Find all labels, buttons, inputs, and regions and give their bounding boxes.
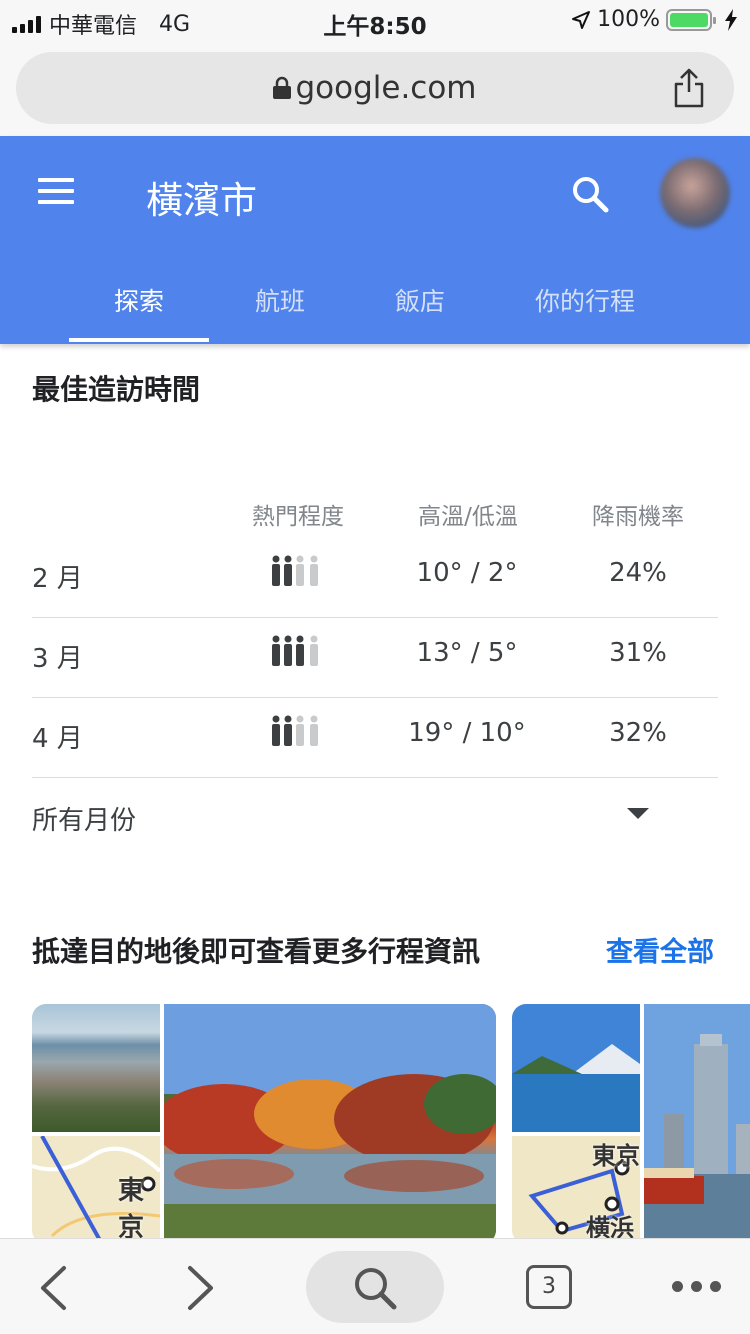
- table-row: 2 月 10° / 2° 24%: [32, 538, 718, 618]
- back-icon[interactable]: [38, 1265, 68, 1311]
- route-map-thumbnail: 東京: [32, 1136, 160, 1244]
- status-bar: 中華電信 4G 上午8:50 100%: [0, 0, 750, 40]
- map-label: 東京: [118, 1176, 145, 1243]
- search-icon[interactable]: [570, 174, 610, 214]
- share-icon[interactable]: [672, 68, 706, 108]
- itinerary-card[interactable]: 東京: [32, 1004, 496, 1244]
- see-all-link[interactable]: 查看全部: [606, 930, 714, 969]
- search-icon: [355, 1268, 397, 1310]
- charging-bolt-icon: [725, 8, 737, 31]
- tab-indicator: [69, 338, 209, 342]
- rain-value: 32%: [609, 718, 667, 748]
- popularity-icon: [272, 715, 318, 746]
- header-temperature: 高溫/低溫: [418, 504, 518, 530]
- browser-toolbar: google.com: [0, 40, 750, 136]
- location-arrow-icon: [572, 10, 591, 29]
- status-right: 100%: [571, 7, 738, 32]
- coastal-town-photo: [32, 1004, 160, 1132]
- rain-value: 31%: [609, 638, 667, 668]
- best-time-title: 最佳造訪時間: [32, 373, 201, 406]
- table-row: 4 月 19° / 10° 32%: [32, 698, 718, 778]
- header-popularity: 熱門程度: [252, 504, 344, 530]
- url-text: google.com: [295, 70, 477, 106]
- lake-mountain-photo: [512, 1004, 640, 1132]
- tab-hotels[interactable]: 飯店: [360, 282, 480, 318]
- tab-explore[interactable]: 探索: [69, 282, 209, 318]
- temperature-value: 13° / 5°: [416, 638, 518, 668]
- itinerary-card[interactable]: 東京 横浜: [512, 1004, 750, 1244]
- avatar[interactable]: [660, 158, 730, 228]
- chevron-down-icon[interactable]: [627, 808, 649, 819]
- city-harbor-photo: [644, 1004, 750, 1244]
- autumn-lake-photo: [164, 1004, 496, 1244]
- app-header: 橫濱市 探索 航班 飯店 你的行程: [0, 136, 750, 344]
- route-map-thumbnail: 東京 横浜: [512, 1136, 640, 1244]
- temperature-value: 10° / 2°: [416, 558, 518, 588]
- tab-your-trips[interactable]: 你的行程: [510, 282, 660, 318]
- map-label: 東京: [592, 1142, 640, 1170]
- month-label: 3 月: [32, 644, 83, 674]
- itineraries-title: 抵達目的地後即可查看更多行程資訊: [32, 935, 481, 968]
- all-months-toggle[interactable]: 所有月份: [32, 800, 136, 837]
- search-button[interactable]: [306, 1251, 444, 1323]
- menu-icon[interactable]: [38, 178, 74, 204]
- lake-mountain-graphic: [512, 1004, 640, 1132]
- tabs-count-button[interactable]: 3: [526, 1265, 572, 1309]
- autumn-foliage-graphic: [164, 1004, 496, 1244]
- city-skyline-graphic: [644, 1004, 750, 1244]
- table-row: 3 月 13° / 5° 31%: [32, 618, 718, 698]
- page-title: 橫濱市: [146, 179, 257, 222]
- browser-bottom-bar: 3: [0, 1238, 750, 1334]
- tab-bar: 探索 航班 飯店 你的行程: [0, 276, 750, 344]
- forward-icon[interactable]: [186, 1265, 216, 1311]
- temperature-value: 19° / 10°: [408, 718, 526, 748]
- month-label: 4 月: [32, 724, 83, 754]
- popularity-icon: [272, 635, 318, 666]
- header-rain: 降雨機率: [592, 504, 684, 530]
- popularity-icon: [272, 555, 318, 586]
- more-options-icon[interactable]: [672, 1281, 721, 1292]
- battery-icon: [666, 8, 716, 31]
- address-bar[interactable]: google.com: [16, 52, 734, 124]
- battery-percent: 100%: [597, 7, 660, 32]
- month-label: 2 月: [32, 564, 83, 594]
- rain-value: 24%: [609, 558, 667, 588]
- tab-flights[interactable]: 航班: [220, 282, 340, 318]
